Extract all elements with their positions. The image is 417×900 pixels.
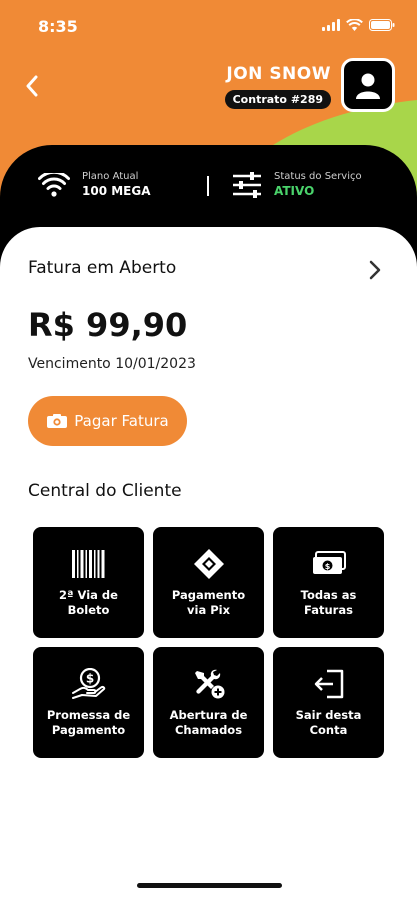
coin-hand-icon: $ (71, 667, 106, 700)
tile-open-ticket[interactable]: Abertura de Chamados (153, 647, 264, 758)
service-status-info: Status do Serviço ATIVO (232, 171, 362, 198)
money-icon: $ (312, 548, 346, 580)
plan-value: 100 MEGA (82, 184, 151, 198)
pay-invoice-label: Pagar Fatura (74, 412, 169, 430)
tools-icon (192, 668, 226, 700)
customer-center-grid: 2ª Via de Boleto Pagamento via Pix $ Tod… (33, 527, 385, 758)
tile-all-invoices-label: Todas as Faturas (300, 587, 357, 617)
service-status-value: ATIVO (274, 184, 315, 198)
avatar[interactable] (341, 58, 395, 112)
invoice-amount: R$ 99,90 (28, 306, 188, 344)
tile-payment-promise[interactable]: $ Promessa de Pagamento (33, 647, 144, 758)
signal-icon (322, 16, 340, 35)
contract-badge: Contrato #289 (224, 90, 331, 109)
user-icon (356, 73, 380, 99)
sliders-icon (233, 171, 261, 198)
svg-text:$: $ (324, 562, 330, 571)
user-name: JON SNOW (226, 64, 331, 84)
chevron-left-icon (26, 75, 38, 97)
svg-text:$: $ (85, 671, 93, 685)
chevron-right-icon (369, 260, 381, 280)
plan-label: Plano Atual (82, 171, 139, 182)
wifi-icon (346, 16, 363, 35)
tile-pix[interactable]: Pagamento via Pix (153, 527, 264, 638)
tile-payment-promise-label: Promessa de Pagamento (46, 707, 131, 737)
status-bar: 8:35 (0, 0, 417, 50)
tile-pix-label: Pagamento via Pix (171, 587, 246, 617)
back-button[interactable] (20, 72, 44, 100)
open-invoice-details-button[interactable] (369, 260, 381, 284)
invoice-due-date: Vencimento 10/01/2023 (28, 356, 196, 372)
pix-icon (193, 548, 225, 580)
tile-boleto-label: 2ª Via de Boleto (59, 587, 118, 617)
tile-all-invoices[interactable]: $ Todas as Faturas (273, 527, 384, 638)
tile-logout-label: Sair desta Conta (295, 707, 362, 737)
home-indicator[interactable] (137, 883, 282, 888)
barcode-icon (71, 548, 106, 580)
open-invoice-title[interactable]: Fatura em Aberto (28, 258, 176, 278)
wifi-icon (38, 172, 70, 197)
logout-icon (313, 668, 345, 700)
tile-boleto[interactable]: 2ª Via de Boleto (33, 527, 144, 638)
battery-icon (369, 16, 395, 35)
pay-invoice-button[interactable]: Pagar Fatura (28, 396, 187, 446)
info-divider (207, 176, 209, 196)
service-status-label: Status do Serviço (274, 171, 362, 182)
status-time: 8:35 (38, 17, 78, 36)
customer-center-title: Central do Cliente (28, 481, 182, 501)
tile-logout[interactable]: Sair desta Conta (273, 647, 384, 758)
tile-open-ticket-label: Abertura de Chamados (169, 707, 248, 737)
camera-icon (47, 414, 68, 428)
plan-info: Plano Atual 100 MEGA (38, 171, 151, 198)
